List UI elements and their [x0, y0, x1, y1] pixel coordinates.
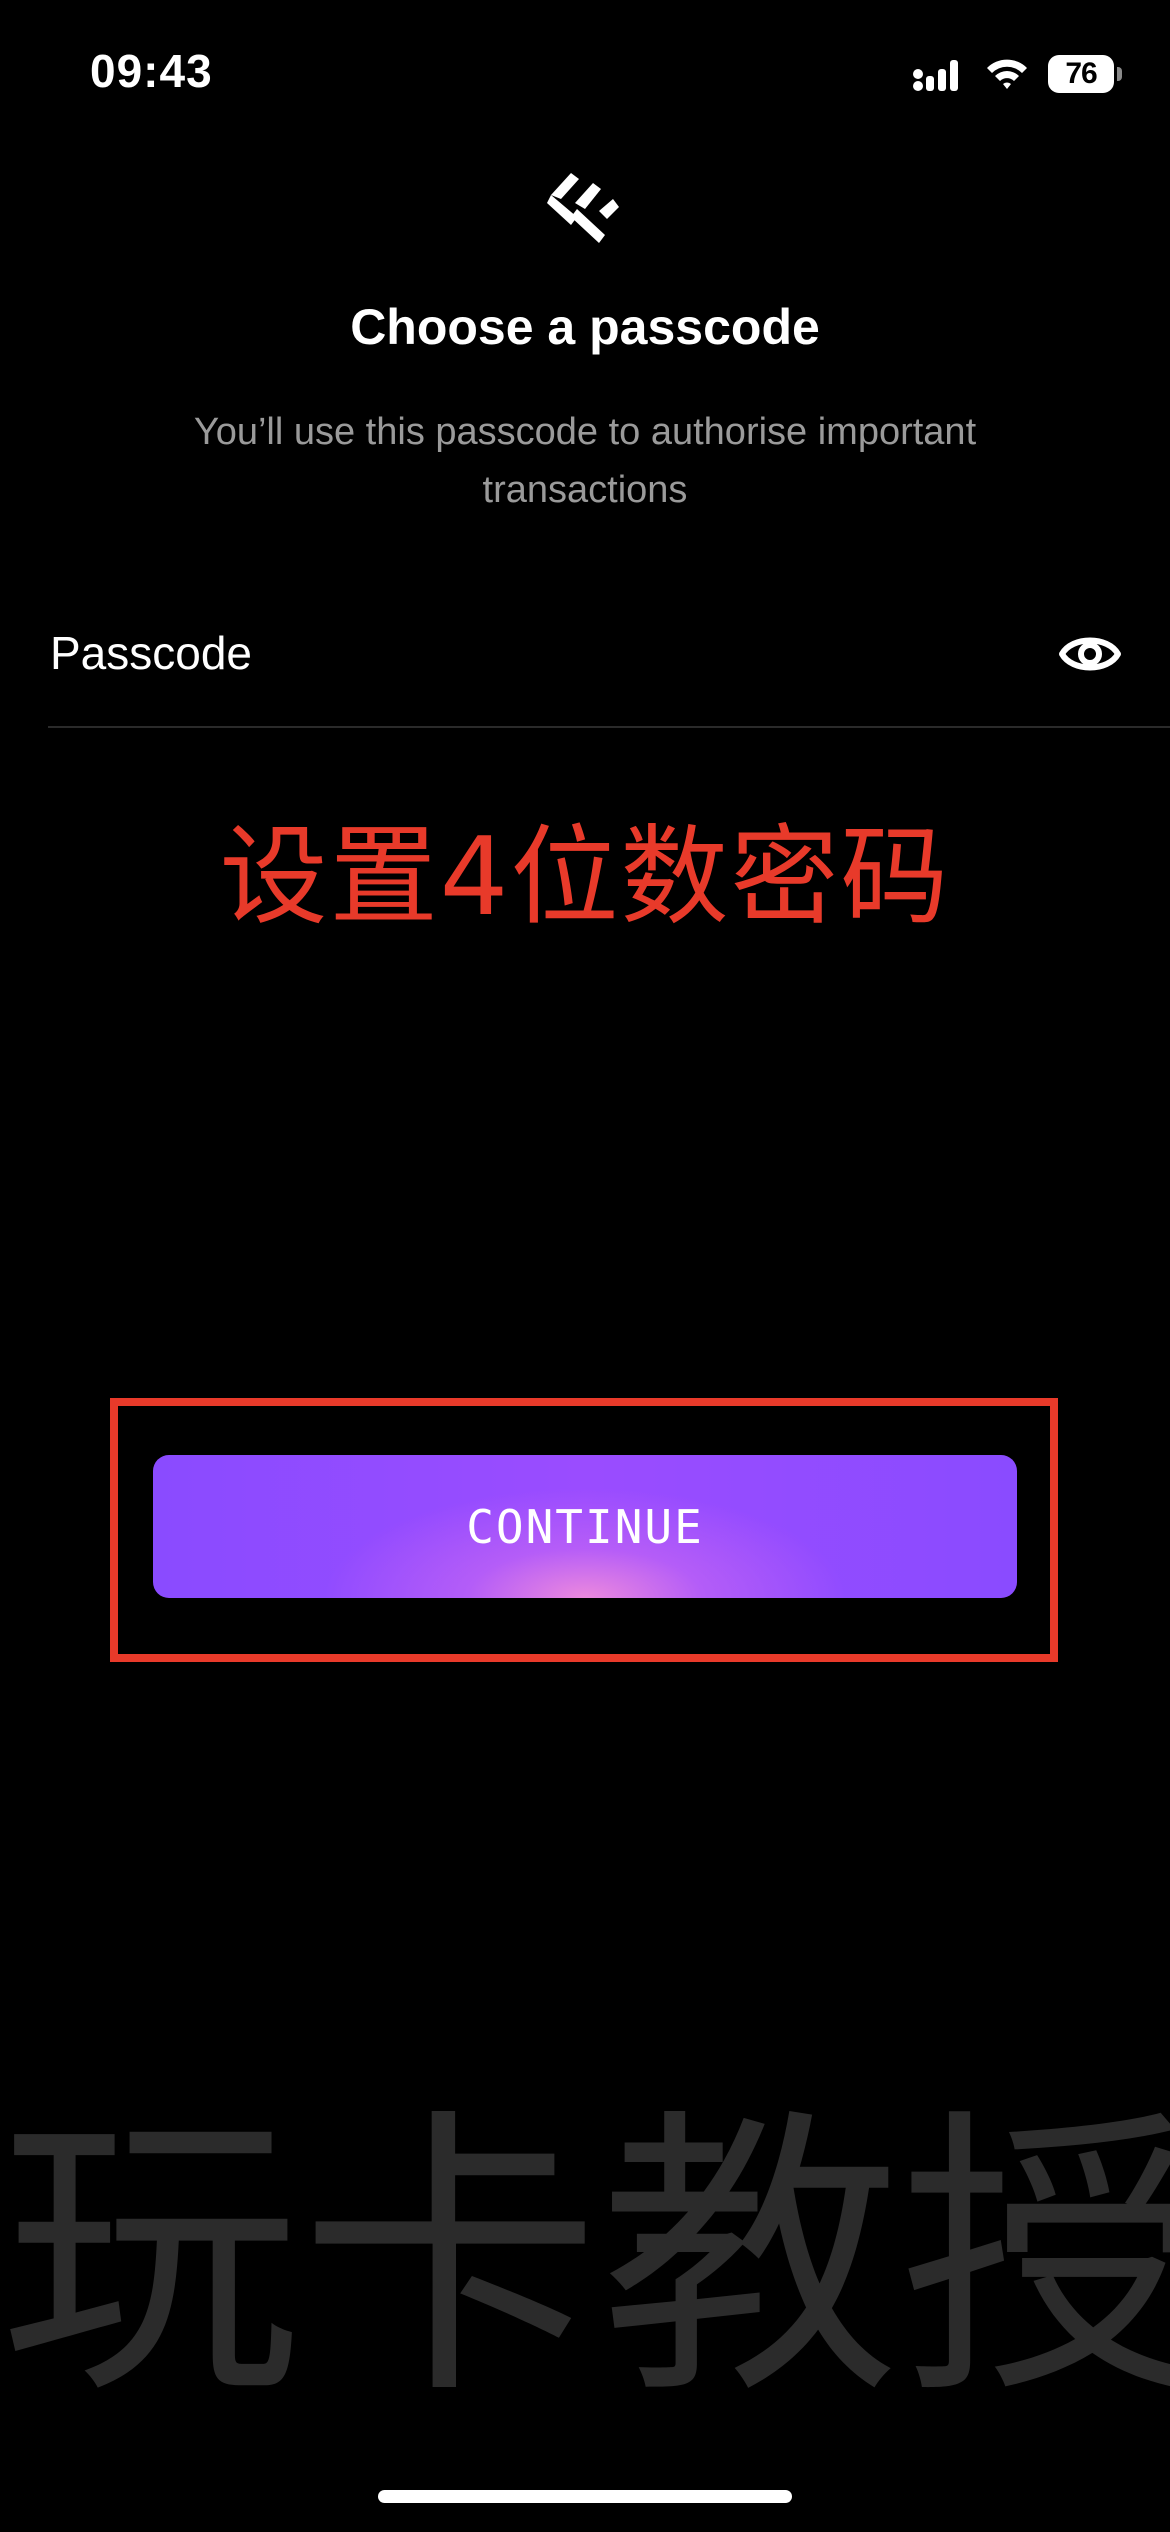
- status-time: 09:43: [90, 45, 213, 97]
- battery-icon: 76: [1048, 55, 1122, 93]
- passcode-label: Passcode: [50, 627, 253, 679]
- watermark: 玩卡教授: [0, 2085, 1170, 2434]
- annotation-text: 设置4位数密码: [219, 815, 951, 940]
- home-indicator[interactable]: [378, 2490, 792, 2503]
- wifi-icon: [987, 59, 1027, 89]
- cellular-signal-icon: [913, 60, 958, 91]
- passcode-field[interactable]: Passcode: [48, 600, 1170, 728]
- continue-button[interactable]: CONTINUE: [153, 1455, 1017, 1598]
- page-title: Choose a passcode: [350, 299, 820, 355]
- app-logo-icon: [547, 173, 619, 243]
- eye-icon[interactable]: [1058, 626, 1122, 682]
- page-subtitle: You’ll use this passcode to authorise im…: [193, 411, 977, 511]
- status-icons: 76: [912, 50, 1122, 98]
